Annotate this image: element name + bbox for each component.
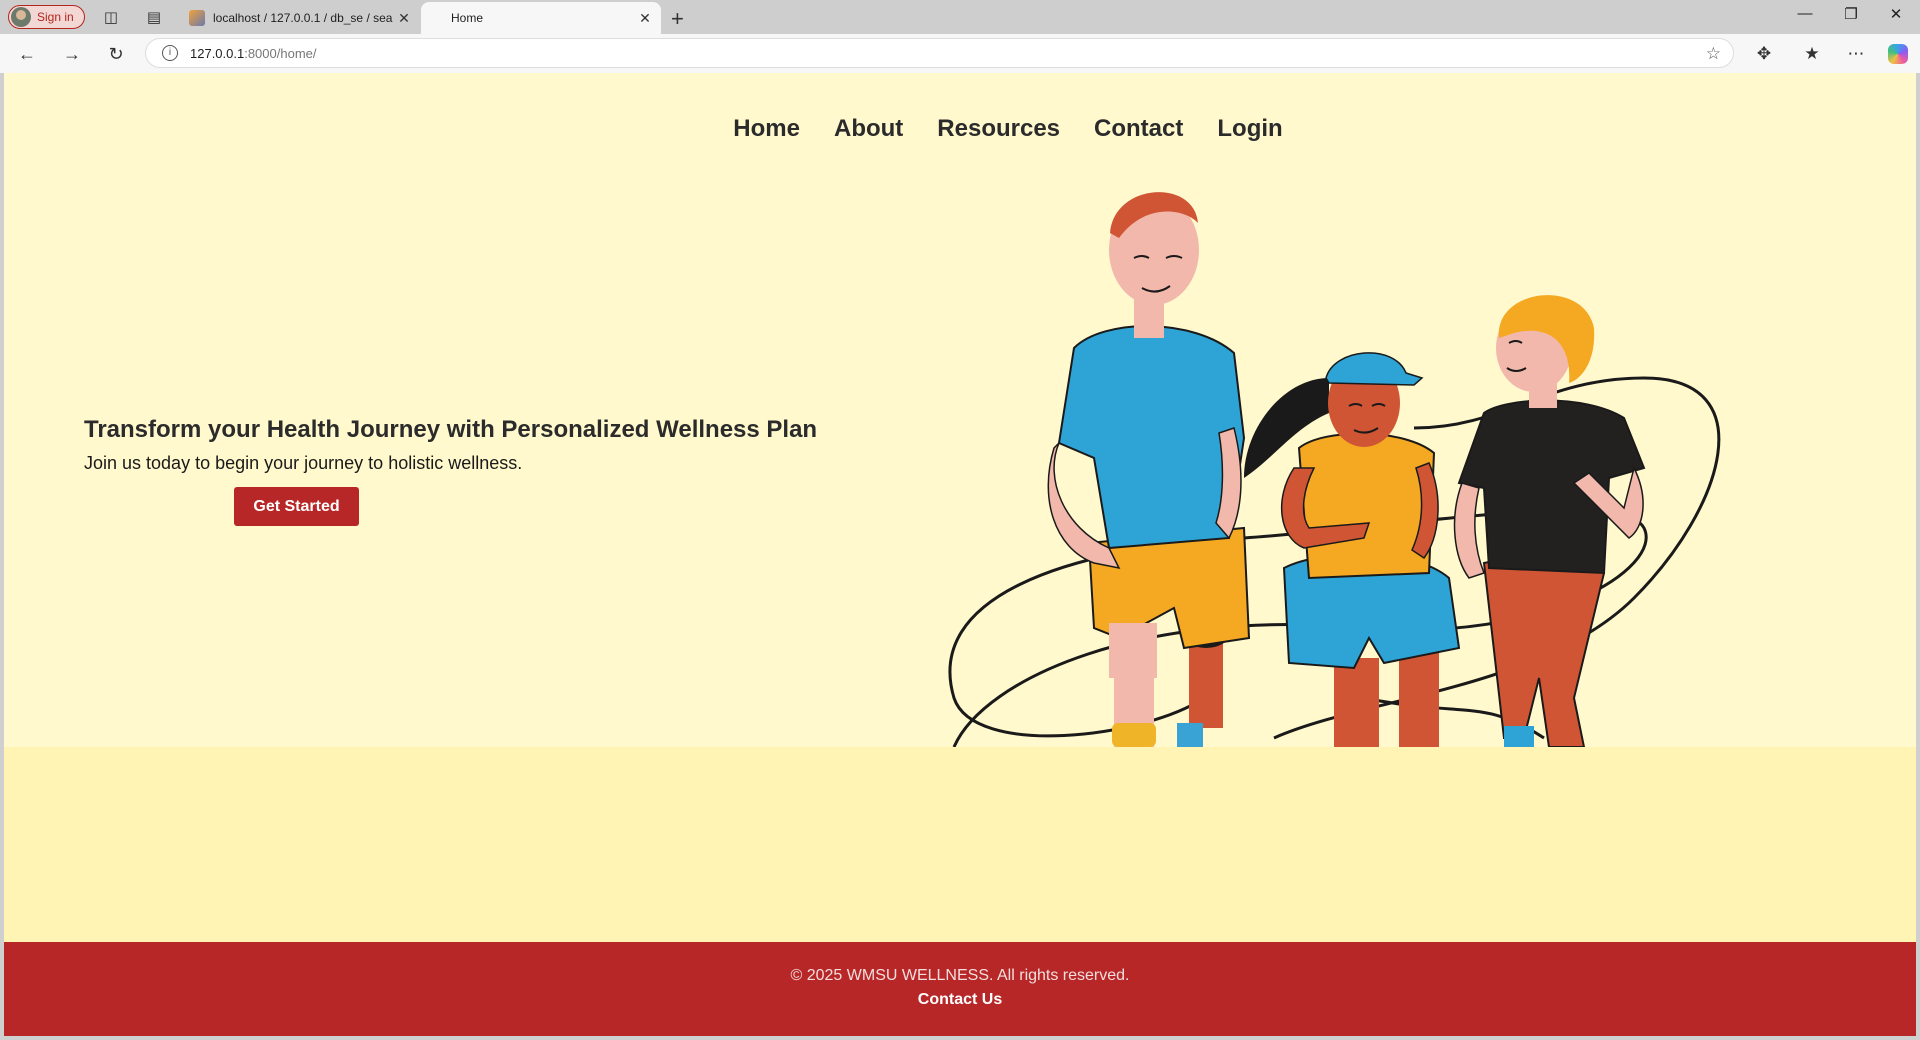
main-navigation: Home About Resources Contact Login <box>4 115 1916 143</box>
nav-about[interactable]: About <box>834 115 903 143</box>
favorite-star-icon[interactable]: ☆ <box>1706 44 1721 64</box>
tab-phpmyadmin[interactable]: localhost / 127.0.0.1 / db_se / sea ✕ <box>183 2 420 34</box>
runner-man <box>1047 192 1251 747</box>
tab-title: Home <box>451 11 484 25</box>
reload-icon[interactable]: ↻ <box>104 42 128 66</box>
forward-icon[interactable]: → <box>60 42 84 66</box>
url-path: :8000/home/ <box>244 45 317 61</box>
nav-home[interactable]: Home <box>733 115 800 143</box>
avatar <box>11 7 31 27</box>
hero-subtext: Join us today to begin your journey to h… <box>84 453 523 473</box>
web-page: Home About Resources Contact Login Trans… <box>4 73 1916 1036</box>
close-window-icon[interactable]: ✕ <box>1876 5 1916 23</box>
address-bar-row: ← → ↻ i 127.0.0.1:8000/home/ ☆ ✥ ★ ⋯ <box>0 34 1920 73</box>
tab-home[interactable]: Home ✕ <box>421 2 661 34</box>
phpmyadmin-favicon-icon <box>189 10 205 26</box>
hero-section: Transform your Health Journey with Perso… <box>84 415 864 474</box>
nav-contact[interactable]: Contact <box>1094 115 1183 143</box>
sign-in-label: Sign in <box>37 10 74 24</box>
site-footer: © 2025 WMSU WELLNESS. All rights reserve… <box>4 942 1916 1036</box>
workspaces-icon[interactable]: ◫ <box>101 7 121 27</box>
nav-resources[interactable]: Resources <box>937 115 1060 143</box>
restore-icon[interactable]: ❐ <box>1831 5 1871 23</box>
footer-contact-link[interactable]: Contact Us <box>918 991 1002 1009</box>
runner-woman-cap <box>1244 352 1461 747</box>
extensions-icon[interactable]: ✥ <box>1752 42 1776 66</box>
new-tab-icon[interactable]: + <box>671 6 684 32</box>
profile-sign-in-button[interactable]: Sign in <box>8 5 85 29</box>
get-started-button[interactable]: Get Started <box>234 487 359 526</box>
footer-copyright: © 2025 WMSU WELLNESS. All rights reserve… <box>790 967 1130 984</box>
close-tab-icon[interactable]: ✕ <box>394 10 414 27</box>
url-host: 127.0.0.1 <box>190 45 245 61</box>
nav-login[interactable]: Login <box>1217 115 1282 143</box>
more-menu-icon[interactable]: ⋯ <box>1844 42 1868 66</box>
close-tab-icon[interactable]: ✕ <box>635 10 655 27</box>
copilot-icon[interactable] <box>1886 42 1910 66</box>
favorites-icon[interactable]: ★ <box>1800 42 1824 66</box>
back-icon[interactable]: ← <box>15 42 39 66</box>
tab-title: localhost / 127.0.0.1 / db_se / sea <box>213 11 393 25</box>
tab-actions-icon[interactable]: ▤ <box>144 7 164 27</box>
url-input[interactable]: i 127.0.0.1:8000/home/ ☆ <box>145 38 1734 68</box>
jogging-people-illustration <box>948 192 1721 747</box>
hero-heading: Transform your Health Journey with Perso… <box>84 416 818 443</box>
browser-tab-bar: Sign in ◫ ▤ localhost / 127.0.0.1 / db_s… <box>0 0 1920 34</box>
content-band <box>4 747 1916 942</box>
site-info-icon[interactable]: i <box>162 45 178 61</box>
minimize-icon[interactable]: — <box>1785 5 1825 22</box>
